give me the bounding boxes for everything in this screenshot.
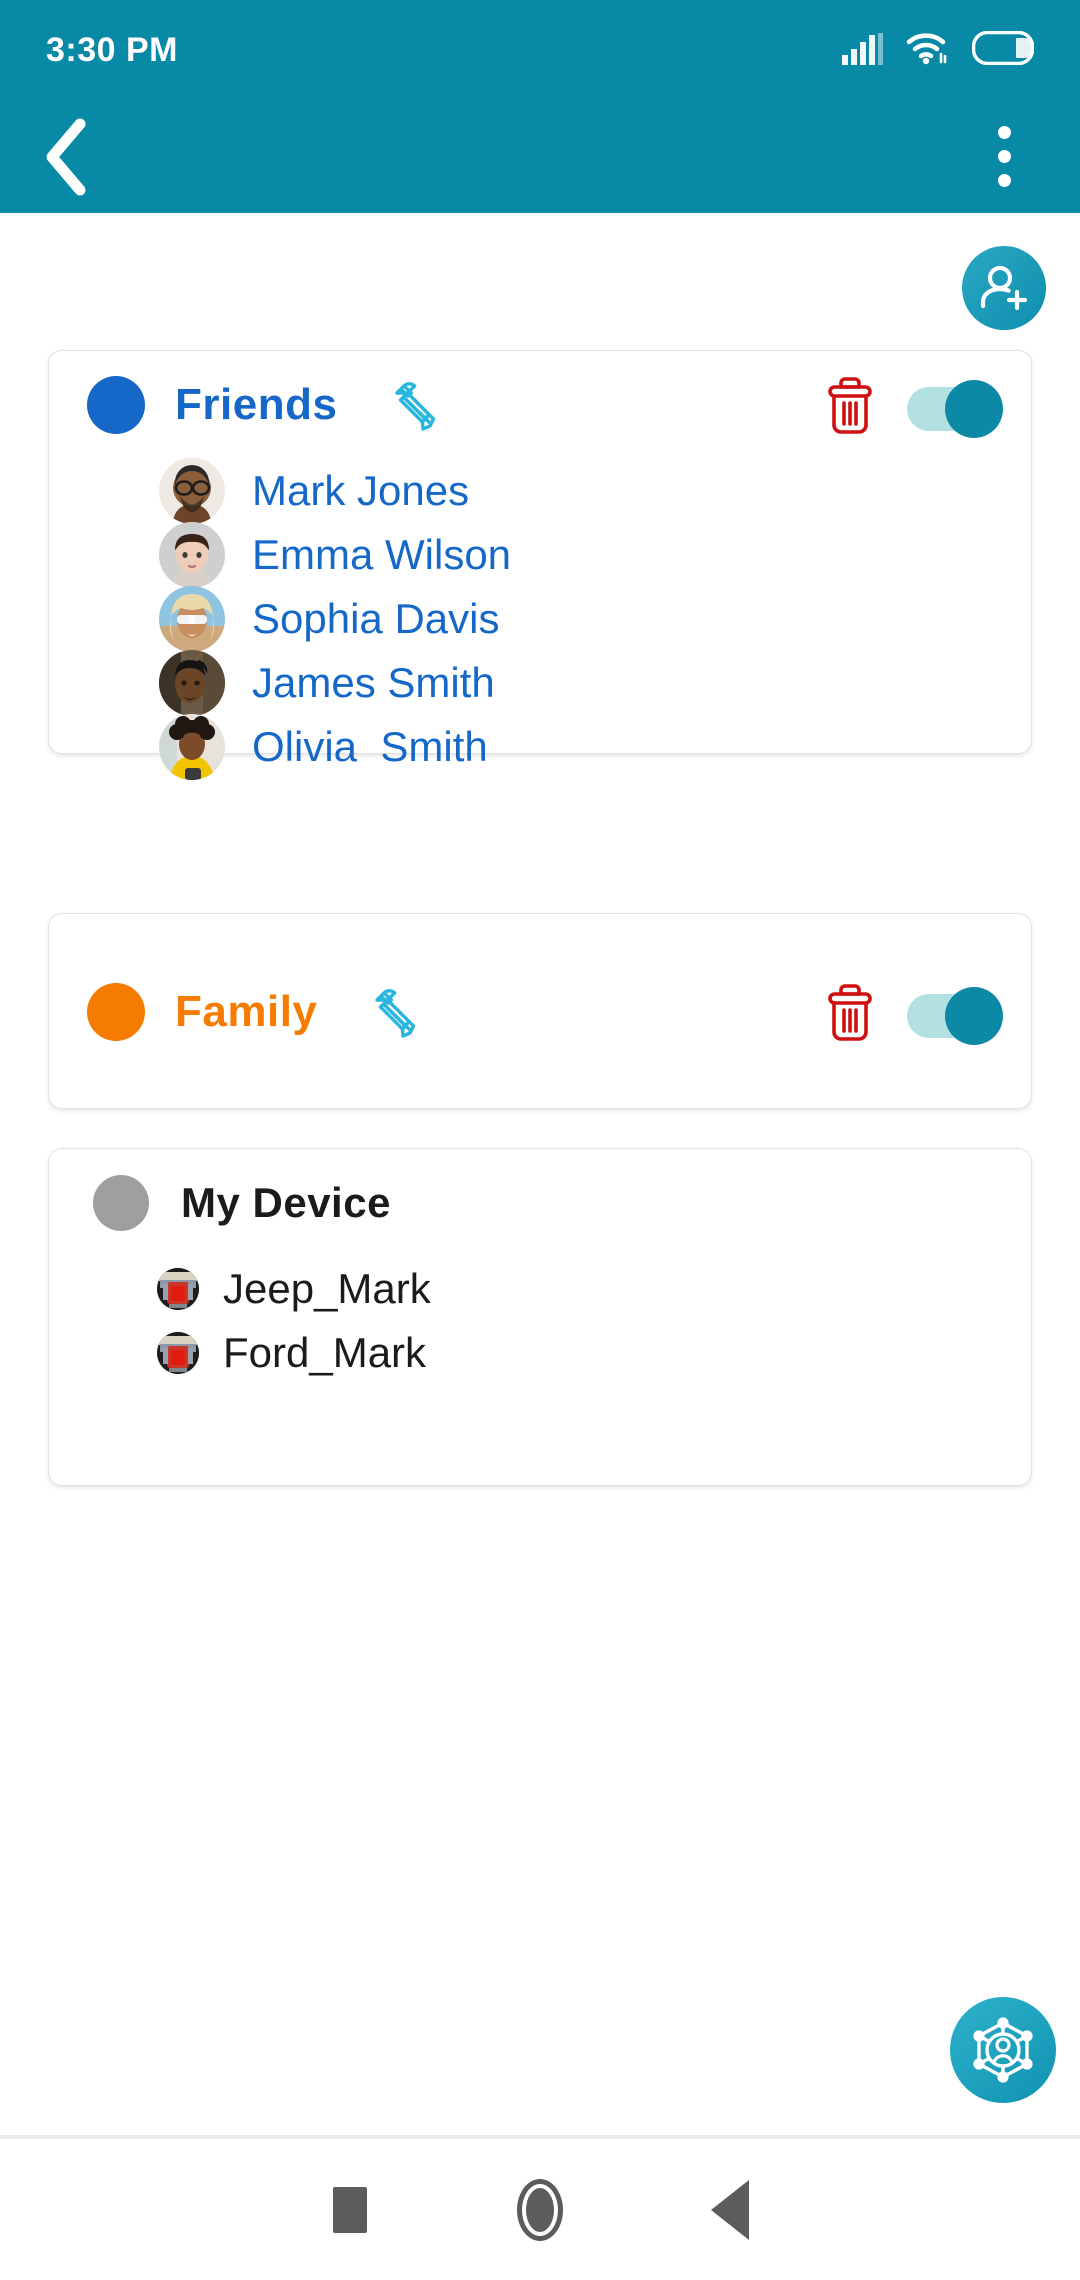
- circle-icon: [517, 2178, 563, 2241]
- list-item[interactable]: James Smith: [49, 650, 1031, 716]
- back-button[interactable]: [40, 117, 110, 197]
- avatar: [159, 522, 225, 588]
- pencil-icon: [395, 382, 436, 431]
- avatar: [159, 714, 225, 780]
- list-item[interactable]: Ford_Mark: [49, 1321, 1031, 1385]
- avatar: [159, 458, 225, 524]
- edit-group-button[interactable]: [359, 975, 433, 1049]
- group-enable-toggle[interactable]: [907, 987, 1003, 1045]
- wifi-icon: [906, 31, 950, 70]
- list-item[interactable]: Jeep_Mark: [49, 1257, 1031, 1321]
- toggle-thumb: [945, 380, 1003, 438]
- group-header: Family: [49, 914, 1031, 1110]
- toggle-thumb: [945, 987, 1003, 1045]
- group-header: Friends: [49, 351, 1031, 459]
- trash-icon: [828, 377, 872, 434]
- group-color-dot: [87, 376, 145, 434]
- app-bar: [0, 100, 1080, 213]
- list-item[interactable]: Mark Jones: [49, 458, 1031, 524]
- group-color-dot: [93, 1175, 149, 1231]
- cellular-signal-icon: [842, 32, 884, 70]
- square-icon: [333, 2186, 367, 2233]
- list-item-label: Jeep_Mark: [223, 1265, 431, 1312]
- list-item-label: Sophia Davis: [252, 595, 500, 642]
- group-card-my-device[interactable]: My Device Jeep_Mark Ford_Mark: [48, 1148, 1032, 1486]
- overflow-menu-button[interactable]: [974, 117, 1034, 197]
- list-item-label: Emma Wilson: [252, 531, 512, 578]
- content-area: Friends Mark Jones Emma Wilson Sophia Da…: [0, 213, 1080, 2135]
- delete-group-button[interactable]: [813, 975, 887, 1049]
- more-vertical-icon-dot: [997, 150, 1011, 163]
- status-bar-time: 3:30 PM: [46, 30, 178, 69]
- group-title: My Device: [181, 1179, 391, 1226]
- group-header: My Device: [49, 1149, 1031, 1257]
- group-title: Friends: [175, 380, 338, 429]
- list-item-label: Ford_Mark: [223, 1329, 427, 1376]
- home-button[interactable]: [445, 2139, 635, 2280]
- pencil-icon: [375, 989, 416, 1038]
- triangle-left-icon: [711, 2179, 749, 2240]
- battery-icon: [971, 30, 1035, 70]
- network-fab-button[interactable]: [950, 1997, 1056, 2103]
- recents-button[interactable]: [255, 2139, 445, 2280]
- more-vertical-icon-dot: [997, 174, 1011, 187]
- add-user-icon: [980, 265, 1028, 311]
- network-people-icon: [973, 2017, 1033, 2083]
- avatar: [157, 1268, 199, 1310]
- delete-group-button[interactable]: [813, 368, 887, 442]
- trash-icon: [828, 984, 872, 1041]
- avatar: [157, 1332, 199, 1374]
- list-item[interactable]: Emma Wilson: [49, 522, 1031, 588]
- list-item[interactable]: Sophia Davis: [49, 586, 1031, 652]
- back-nav-button[interactable]: [635, 2139, 825, 2280]
- android-nav-bar: [0, 2139, 1080, 2280]
- group-color-dot: [87, 983, 145, 1041]
- avatar: [159, 650, 225, 716]
- avatar: [159, 586, 225, 652]
- status-bar-icons: [842, 30, 1035, 70]
- group-card-family[interactable]: Family: [48, 913, 1032, 1109]
- list-item-label: Mark Jones: [252, 467, 470, 514]
- group-title: Family: [175, 987, 318, 1036]
- list-item-label: Olivia Smith: [252, 723, 488, 770]
- list-item-label: James Smith: [252, 659, 495, 706]
- edit-group-button[interactable]: [379, 368, 453, 442]
- list-item[interactable]: Olivia Smith: [49, 714, 1031, 780]
- add-user-button[interactable]: [962, 246, 1046, 330]
- group-enable-toggle[interactable]: [907, 380, 1003, 438]
- group-card-friends[interactable]: Friends Mark Jones Emma Wilson Sophia Da…: [48, 350, 1032, 780]
- more-vertical-icon-dot: [997, 126, 1011, 139]
- status-bar: 3:30 PM: [0, 0, 1080, 100]
- chevron-left-icon: [46, 118, 86, 195]
